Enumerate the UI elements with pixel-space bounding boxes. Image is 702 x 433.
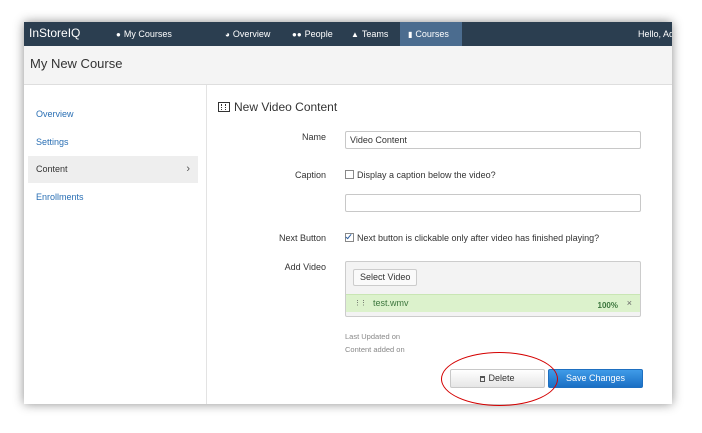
nav-teams[interactable]: ▲ Teams (351, 22, 388, 46)
sidebar-item-enrollments[interactable]: Enrollments (28, 184, 198, 211)
select-video-button[interactable]: Select Video (353, 269, 418, 286)
nav-teams-label: Teams (361, 29, 389, 39)
nav-courses[interactable]: ▮ Courses (400, 22, 462, 46)
sidebar-item-settings[interactable]: Settings (28, 129, 198, 156)
app-window: InStoreIQ ● My Courses ◕ Overview ●● People… (24, 22, 672, 404)
uploaded-file-row: ⋮⋮ test.wmv 100% × (346, 294, 640, 312)
name-input[interactable]: Video Content (345, 131, 641, 149)
chevron-right-icon: › (186, 163, 190, 175)
section-title-text: New Video Content (234, 100, 338, 114)
next-button-label: Next Button (278, 233, 326, 243)
page-title: My New Course (30, 56, 123, 71)
nav-courses-label: Courses (415, 29, 449, 39)
save-changes-button[interactable]: Save Changes (548, 369, 643, 388)
brand-logo[interactable]: InStoreIQ (29, 26, 80, 40)
add-video-label: Add Video (284, 262, 326, 272)
next-button-checkbox-row[interactable]: Next button is clickable only after vide… (345, 233, 599, 243)
top-navbar: InStoreIQ ● My Courses ◕ Overview ●● People… (24, 22, 672, 46)
upload-progress: 100% (597, 301, 618, 310)
close-icon[interactable]: × (627, 298, 632, 308)
sitemap-icon: ▲ (351, 30, 359, 39)
nav-overview[interactable]: ◕ Overview (225, 22, 270, 46)
section-title: New Video Content (218, 100, 337, 114)
drag-handle-icon[interactable]: ⋮⋮ (354, 299, 367, 307)
nav-overview-label: Overview (232, 29, 271, 39)
next-button-checkbox[interactable] (345, 233, 354, 242)
file-name: test.wmv (373, 298, 409, 308)
caption-checkbox[interactable] (345, 170, 354, 179)
last-updated-text: Last Updated on (345, 332, 401, 341)
nav-people-label: People (304, 29, 333, 39)
name-label: Name (301, 132, 326, 142)
caption-label: Caption (294, 170, 326, 180)
caption-checkbox-row[interactable]: Display a caption below the video? (345, 170, 496, 180)
trash-icon (480, 376, 486, 382)
caption-checkbox-label: Display a caption below the video? (357, 170, 496, 180)
nav-my-courses-label: My Courses (123, 29, 172, 39)
caption-input[interactable] (345, 194, 641, 212)
sidebar: Overview Settings Content › Enrollments (24, 85, 207, 404)
dashboard-icon: ◕ (225, 30, 230, 39)
sidebar-item-content-label: Content (36, 164, 68, 174)
sidebar-item-overview[interactable]: Overview (28, 101, 198, 128)
user-greeting[interactable]: Hello, Ad (638, 22, 672, 46)
delete-button[interactable]: Delete (450, 369, 545, 388)
delete-button-label: Delete (488, 373, 515, 383)
sidebar-item-content[interactable]: Content › (28, 156, 198, 183)
video-upload-box: Select Video ⋮⋮ test.wmv 100% × (345, 261, 641, 317)
user-icon: ● (116, 30, 121, 39)
users-icon: ●● (292, 30, 302, 39)
film-icon (218, 102, 230, 112)
nav-people[interactable]: ●● People (292, 22, 333, 46)
content-added-text: Content added on (345, 345, 405, 354)
nav-my-courses[interactable]: ● My Courses (116, 22, 172, 46)
book-icon: ▮ (408, 30, 413, 39)
next-button-checkbox-label: Next button is clickable only after vide… (357, 233, 600, 243)
page-header: My New Course (24, 46, 672, 85)
